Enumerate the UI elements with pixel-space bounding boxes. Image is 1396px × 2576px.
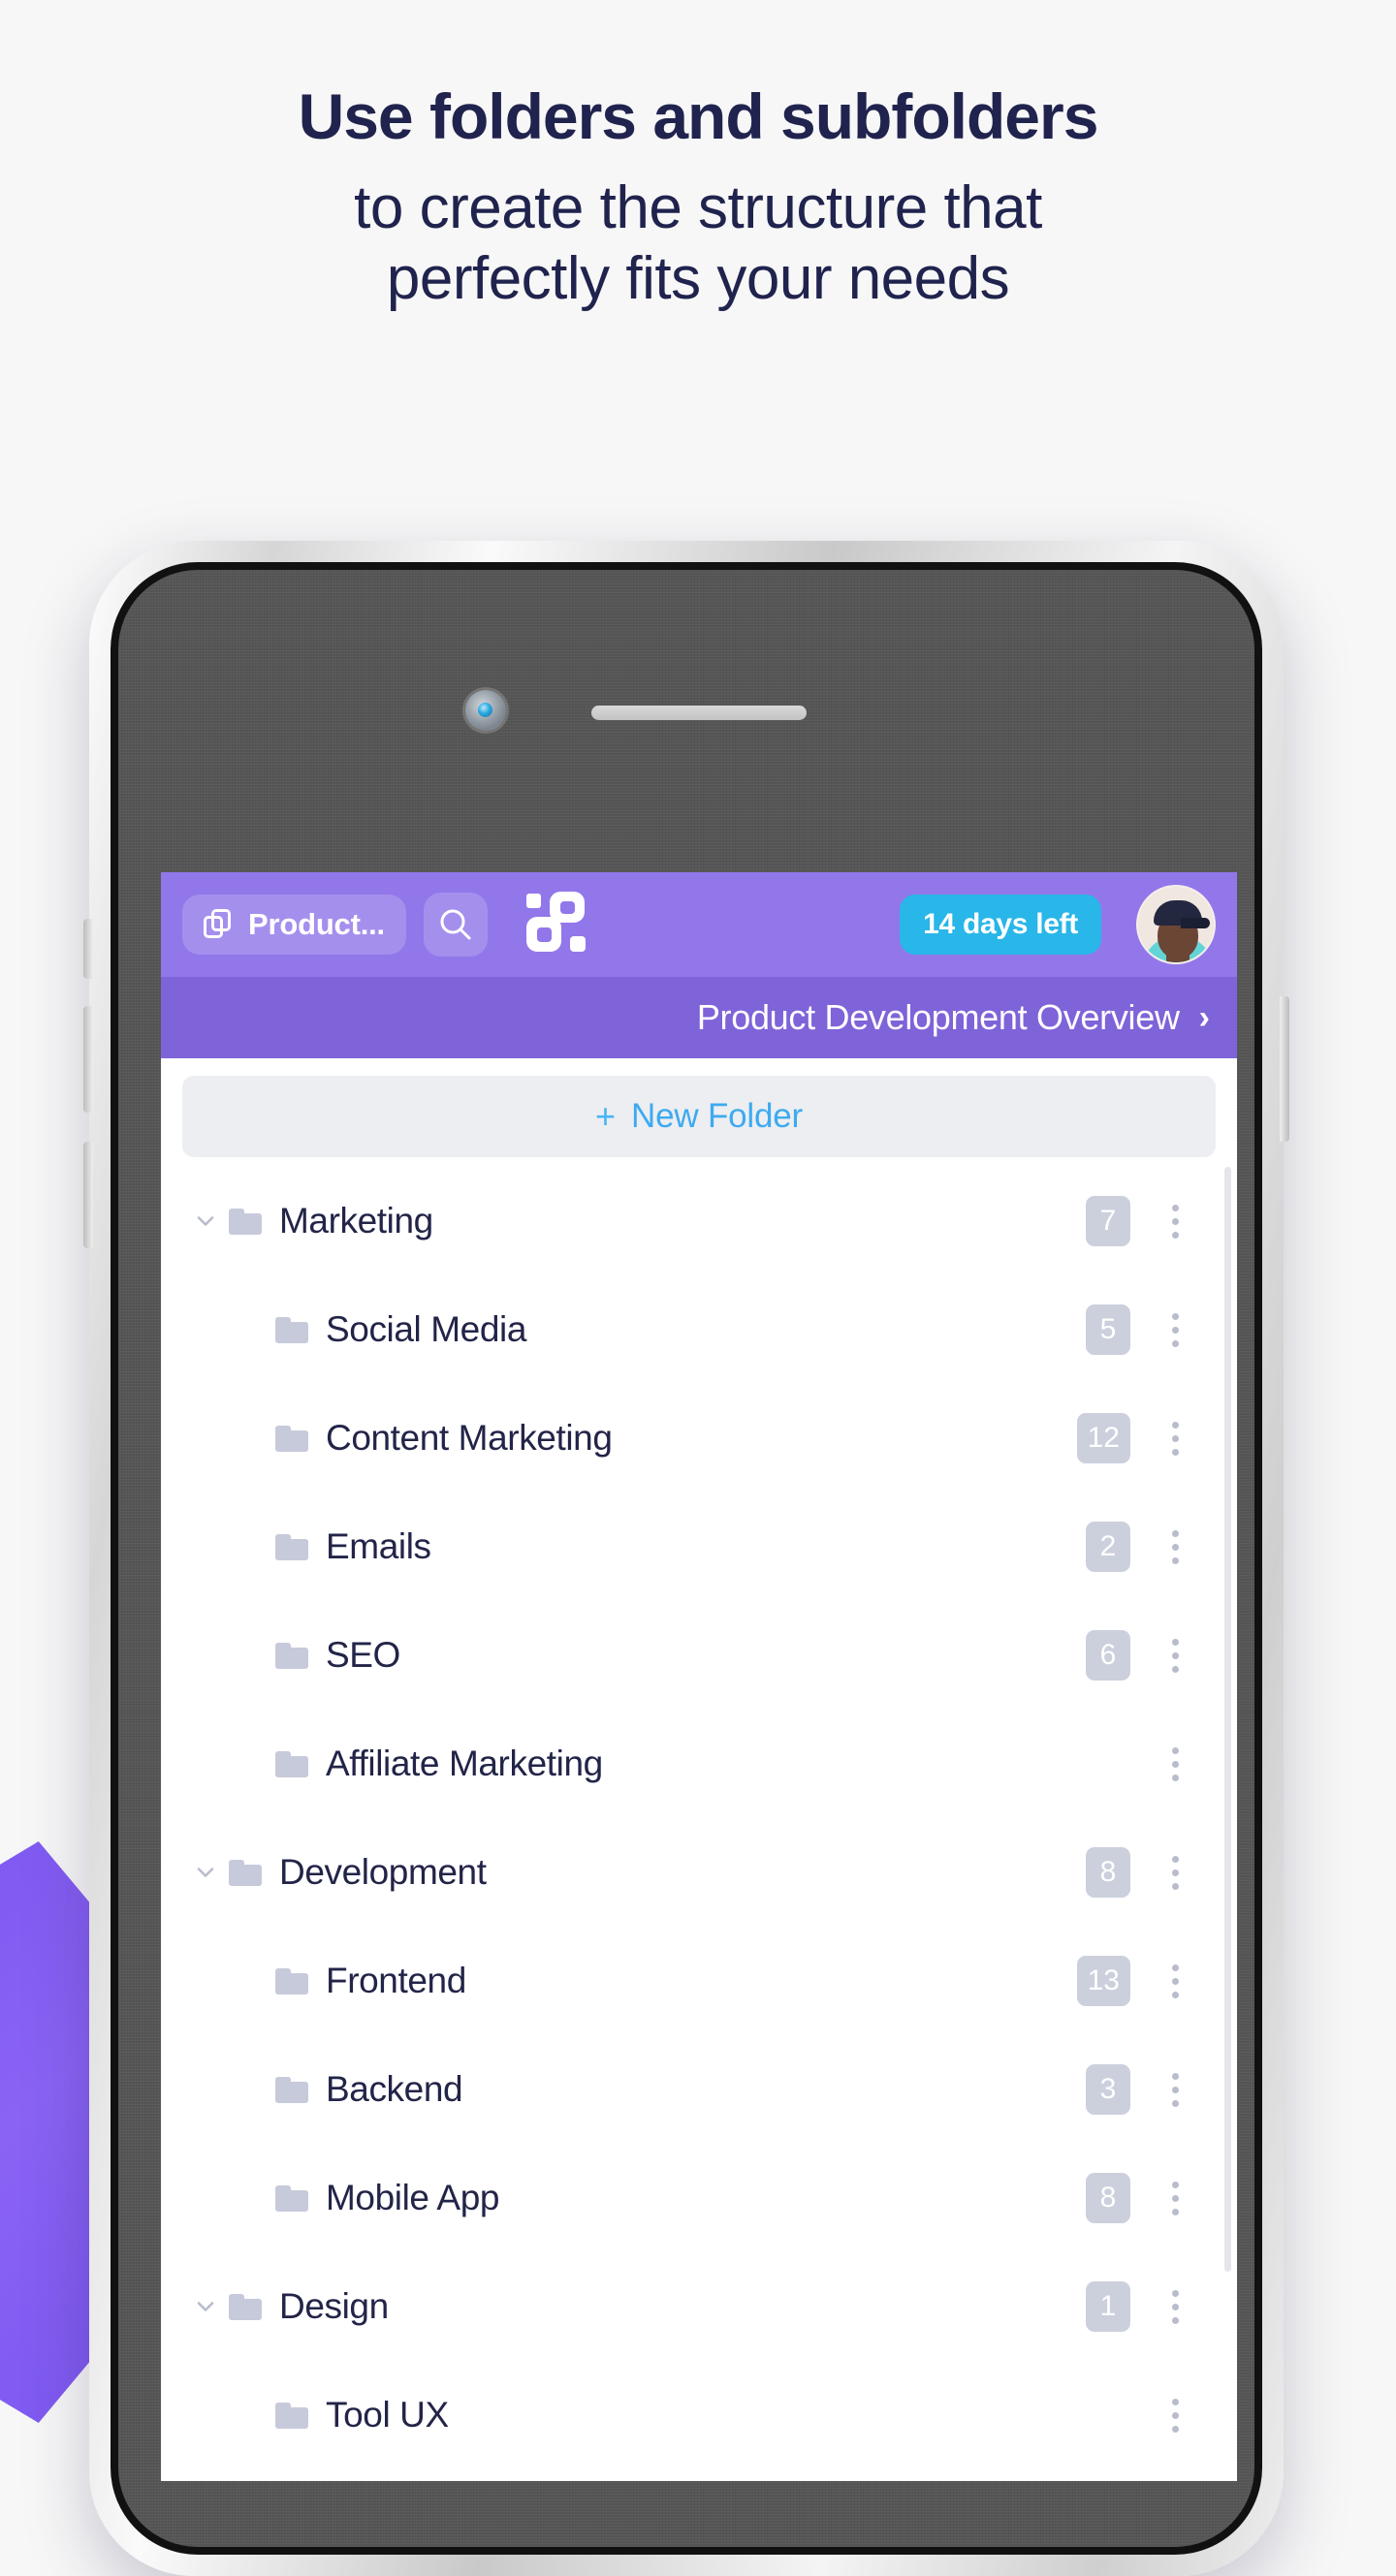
item-count-badge: 5 — [1086, 1304, 1130, 1355]
search-icon — [437, 906, 474, 943]
search-button[interactable] — [423, 893, 488, 957]
headline-line-2: to create the structure that — [354, 173, 1042, 241]
folder-list-panel: + New Folder Marketing 7 Social Media 5 Cont… — [161, 1058, 1237, 2481]
avatar[interactable] — [1136, 885, 1216, 964]
folder-name-label: SEO — [326, 1635, 400, 1675]
kebab-menu-icon[interactable] — [1144, 1204, 1206, 1239]
app-header: Product... 14 days left — [161, 872, 1237, 977]
folder-name-label: Design — [279, 2286, 389, 2326]
kebab-menu-icon[interactable] — [1144, 2072, 1206, 2107]
headline-line-3: perfectly fits your needs — [386, 245, 1010, 313]
workspace-switcher-button[interactable]: Product... — [182, 895, 406, 955]
folder-icon — [229, 2293, 262, 2320]
folder-icon — [275, 1425, 308, 1452]
folder-row[interactable]: Backend 3 — [182, 2035, 1216, 2144]
item-count-badge: 8 — [1086, 1847, 1130, 1898]
workspace-chip-label: Product... — [248, 907, 385, 941]
folder-name-label: Emails — [326, 1526, 431, 1566]
folder-name-label: Frontend — [326, 1961, 466, 2000]
item-count-badge: 1 — [1086, 2281, 1130, 2332]
folder-name-label: Marketing — [279, 1201, 433, 1241]
kebab-menu-icon[interactable] — [1144, 2181, 1206, 2215]
kebab-menu-icon[interactable] — [1144, 1963, 1206, 1998]
folder-row[interactable]: Development 8 — [182, 1818, 1216, 1927]
kebab-menu-icon[interactable] — [1144, 1529, 1206, 1564]
folder-icon — [275, 1750, 308, 1777]
breadcrumb[interactable]: Product Development Overview › — [161, 977, 1237, 1058]
kebab-menu-icon[interactable] — [1144, 1638, 1206, 1673]
kebab-menu-icon[interactable] — [1144, 1855, 1206, 1890]
front-camera-icon — [465, 690, 506, 731]
folder-name-label: Tool UX — [326, 2395, 449, 2435]
list-scrollbar[interactable] — [1224, 1167, 1231, 2272]
folder-name-label: Social Media — [326, 1309, 527, 1349]
promo-headline: Use folders and subfolders to create the… — [0, 80, 1396, 314]
folder-icon — [275, 2184, 308, 2212]
folder-row[interactable]: Mobile App 8 — [182, 2144, 1216, 2252]
folder-row[interactable]: Tool UX — [182, 2361, 1216, 2469]
item-count-badge: 2 — [1086, 1522, 1130, 1572]
folder-icon — [275, 1533, 308, 1560]
item-count-badge: 8 — [1086, 2173, 1130, 2223]
new-folder-label: New Folder — [631, 1097, 803, 1135]
breadcrumb-label: Product Development Overview — [696, 997, 1180, 1037]
brand-logo-icon — [521, 888, 590, 962]
item-count-badge — [1086, 1739, 1130, 1789]
folder-icon — [229, 1208, 262, 1235]
folder-row[interactable]: Social Media 5 — [182, 1275, 1216, 1384]
plus-icon: + — [595, 1096, 617, 1136]
folder-name-label: Development — [279, 1852, 487, 1892]
item-count-badge: 12 — [1076, 1413, 1130, 1463]
item-count-badge: 6 — [1086, 1630, 1130, 1681]
folder-row[interactable]: Frontend 13 — [182, 1927, 1216, 2035]
folder-row[interactable]: Design 1 — [182, 2252, 1216, 2361]
folder-name-label: Mobile App — [326, 2178, 500, 2217]
kebab-menu-icon[interactable] — [1144, 1421, 1206, 1456]
folder-row[interactable]: Marketing 7 — [182, 1167, 1216, 1275]
phone-volume-up-button — [83, 1006, 93, 1113]
folder-name-label: Backend — [326, 2069, 463, 2109]
trial-status-badge[interactable]: 14 days left — [900, 895, 1101, 955]
folder-name-label: Affiliate Marketing — [326, 1744, 603, 1783]
folder-icon — [275, 1316, 308, 1343]
folder-rows: Marketing 7 Social Media 5 Content Marketing… — [182, 1167, 1216, 2469]
folder-icon — [275, 1967, 308, 1995]
phone-mute-switch — [83, 919, 93, 979]
item-count-badge: 7 — [1086, 1196, 1130, 1246]
kebab-menu-icon[interactable] — [1144, 2289, 1206, 2324]
folder-icon — [275, 1642, 308, 1669]
chevron-down-icon[interactable] — [182, 2292, 229, 2321]
folder-icon — [275, 2402, 308, 2429]
folder-row[interactable]: Affiliate Marketing — [182, 1710, 1216, 1818]
folder-row[interactable]: Emails 2 — [182, 1492, 1216, 1601]
chevron-down-icon[interactable] — [182, 1207, 229, 1236]
item-count-badge: 3 — [1086, 2064, 1130, 2115]
kebab-menu-icon[interactable] — [1144, 1746, 1206, 1781]
item-count-badge: 13 — [1076, 1956, 1130, 2006]
earpiece-speaker-icon — [591, 706, 807, 720]
kebab-menu-icon[interactable] — [1144, 2398, 1206, 2433]
folder-name-label: Content Marketing — [326, 1418, 613, 1458]
folder-row[interactable]: SEO 6 — [182, 1601, 1216, 1710]
new-folder-button[interactable]: + New Folder — [182, 1076, 1216, 1157]
copy-icon — [204, 909, 235, 940]
phone-power-button — [1280, 996, 1289, 1142]
chevron-right-icon: › — [1198, 999, 1210, 1036]
folder-row[interactable]: Content Marketing 12 — [182, 1384, 1216, 1492]
app-screenshot: Product... 14 days left Product Developm… — [161, 872, 1237, 2481]
folder-icon — [229, 1859, 262, 1886]
chevron-down-icon[interactable] — [182, 1858, 229, 1887]
kebab-menu-icon[interactable] — [1144, 1312, 1206, 1347]
item-count-badge — [1086, 2390, 1130, 2440]
folder-icon — [275, 2076, 308, 2103]
headline-line-1: Use folders and subfolders — [298, 80, 1099, 152]
phone-volume-down-button — [83, 1142, 93, 1248]
